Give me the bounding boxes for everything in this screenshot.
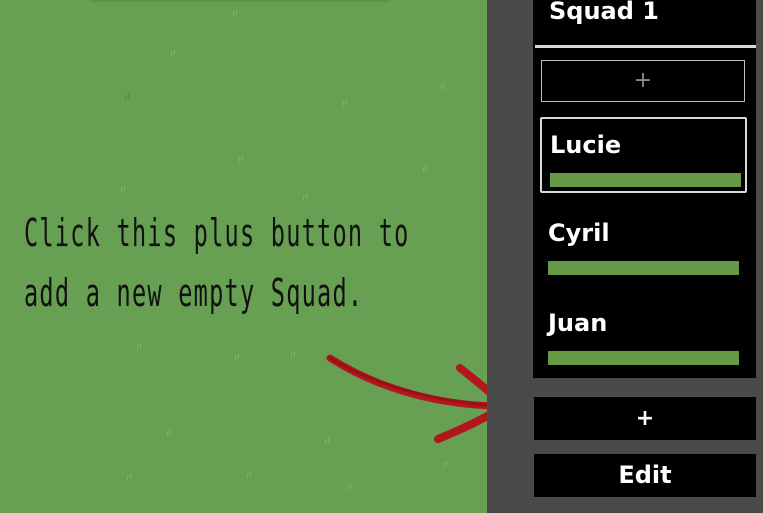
- grass-tuft: 〃: [166, 45, 181, 62]
- tutorial-text: Click this plus button to add a new empt…: [24, 203, 410, 323]
- panel-edge: [756, 0, 763, 378]
- field-edge-line: [90, 0, 390, 2]
- add-member-button[interactable]: +: [541, 60, 745, 102]
- grass-tuft: 〃: [234, 151, 249, 168]
- grass-tuft: 〃: [418, 161, 433, 178]
- grass-tuft: 〃: [230, 349, 245, 366]
- member-card-juan[interactable]: Juan: [540, 297, 747, 373]
- member-health-bar: [548, 351, 739, 365]
- grass-tuft: 〃: [438, 457, 453, 474]
- member-card-cyril[interactable]: Cyril: [540, 207, 747, 283]
- grass-tuft: 〃: [120, 89, 135, 106]
- member-name: Lucie: [550, 131, 622, 159]
- member-name: Juan: [548, 309, 608, 337]
- grass-tuft: 〃: [242, 467, 257, 484]
- grass-tuft: 〃: [286, 347, 301, 364]
- grass-tuft: 〃: [342, 479, 357, 496]
- member-health-bar: [548, 261, 739, 275]
- grass-tuft: 〃: [162, 425, 177, 442]
- squad-member-list[interactable]: Squad 1 + Lucie Cyril Juan: [533, 0, 756, 378]
- grass-tuft: 〃: [116, 181, 131, 198]
- squad-title-divider: [535, 45, 756, 48]
- member-health-bar: [550, 173, 741, 187]
- grass-tuft: 〃: [228, 5, 243, 22]
- add-squad-button[interactable]: +: [534, 397, 756, 440]
- grass-tuft: 〃: [338, 95, 353, 112]
- squad-title: Squad 1: [549, 0, 659, 25]
- member-card-lucie[interactable]: Lucie: [540, 117, 747, 193]
- edit-button[interactable]: Edit: [534, 454, 756, 497]
- grass-tuft: 〃: [436, 79, 451, 96]
- grass-tuft: 〃: [132, 339, 147, 356]
- tutorial-line-2: add a new empty Squad.: [24, 271, 364, 315]
- member-name: Cyril: [548, 219, 610, 247]
- grass-tuft: 〃: [122, 469, 137, 486]
- tutorial-line-1: Click this plus button to: [24, 211, 410, 255]
